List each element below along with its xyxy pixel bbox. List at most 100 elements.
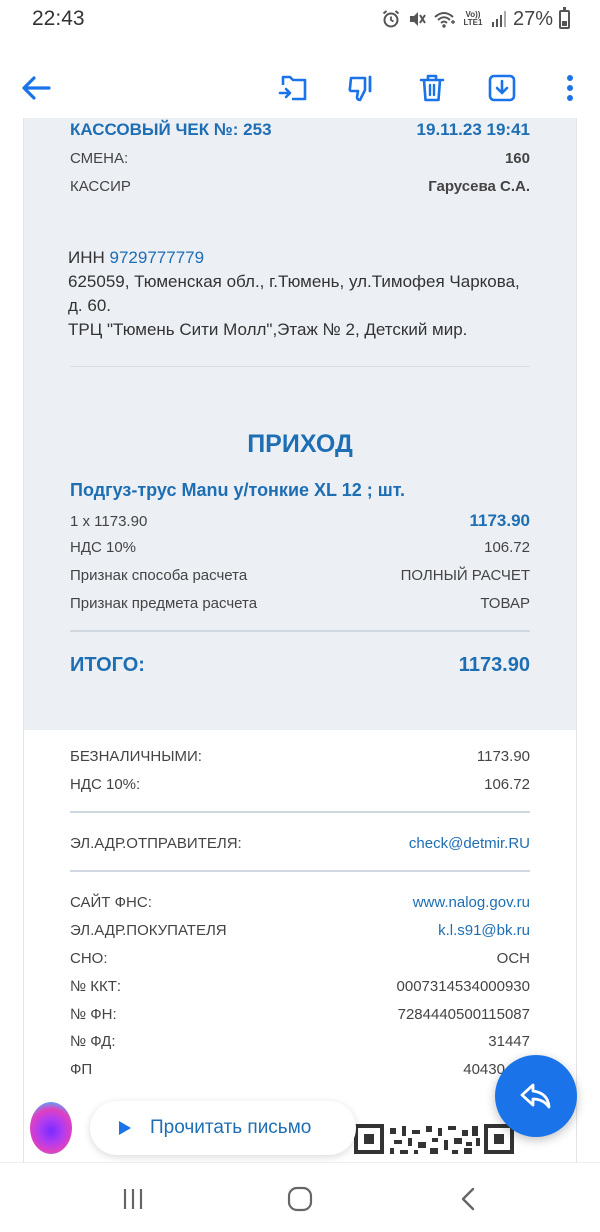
item-vat-row: НДС 10% 106.72	[70, 539, 530, 556]
sender-label: ЭЛ.АДР.ОТПРАВИТЕЛЯ:	[70, 835, 242, 852]
shift-value: 160	[504, 150, 530, 167]
download-button[interactable]	[484, 70, 520, 106]
sender-row: ЭЛ.АДР.ОТПРАВИТЕЛЯ: check@detmir.RU	[70, 835, 530, 852]
thumbs-down-icon	[348, 75, 372, 102]
fns-site-row: САЙТ ФНС: www.nalog.gov.ru	[70, 894, 530, 911]
more-options-button[interactable]	[552, 70, 588, 106]
alarm-icon	[382, 10, 400, 28]
fn-row: № ФН: 7284440500115087	[70, 1006, 530, 1023]
voice-assistant-button[interactable]	[30, 1102, 72, 1154]
mail-toolbar	[0, 60, 600, 116]
fp-row: ФП 40430405	[70, 1061, 530, 1078]
cashless-label: БЕЗНАЛИЧНЫМИ:	[70, 748, 202, 765]
buyer-email-row: ЭЛ.АДР.ПОКУПАТЕЛЯ k.l.s91@bk.ru	[70, 922, 530, 939]
subject-row: Признак предмета расчета ТОВАР	[70, 595, 530, 612]
subject-value: ТОВАР	[480, 595, 530, 612]
home-icon	[287, 1186, 313, 1212]
item-qty-price: 1 x 1173.90	[70, 513, 148, 530]
shift-row: СМЕНА: 160	[70, 150, 530, 167]
play-icon	[119, 1121, 131, 1135]
payment-vat-row: НДС 10%: 106.72	[70, 776, 530, 793]
item-name: Подгуз-трус Manu у/тонкие XL 12 ; шт.	[70, 480, 405, 500]
total-value: 1173.90	[458, 654, 530, 676]
seller-info: ИНН 9729777779 625059, Тюменская обл., г…	[68, 246, 536, 342]
total-row: ИТОГО: 1173.90	[70, 654, 530, 677]
recent-apps-icon	[123, 1189, 143, 1209]
fd-label: № ФД:	[70, 1033, 116, 1050]
divider	[70, 811, 530, 813]
mute-icon	[409, 12, 426, 26]
reply-icon	[520, 1083, 551, 1109]
payment-method-value: ПОЛНЫЙ РАСЧЕТ	[400, 567, 530, 584]
fd-value: 31447	[488, 1033, 530, 1050]
sno-row: СНО: ОСН	[70, 950, 530, 967]
inn-label: ИНН	[68, 248, 105, 267]
download-icon	[488, 74, 516, 102]
move-to-folder-button[interactable]	[275, 70, 311, 106]
item-vat-value: 106.72	[484, 539, 530, 556]
fns-site-link[interactable]: www.nalog.gov.ru	[413, 894, 530, 911]
total-label: ИТОГО:	[70, 654, 145, 676]
recent-apps-button[interactable]	[113, 1183, 153, 1215]
buyer-email-link[interactable]: k.l.s91@bk.ru	[438, 922, 530, 939]
wifi-icon	[434, 12, 455, 28]
subject-label: Признак предмета расчета	[70, 595, 258, 612]
status-bar: 22:43 Vo)) LTE1 27%	[0, 0, 600, 38]
payment-vat-value: 106.72	[484, 776, 530, 793]
kkt-label: № ККТ:	[70, 978, 122, 995]
reply-fab[interactable]	[495, 1055, 577, 1137]
divider	[70, 366, 530, 367]
item-vat-label: НДС 10%	[70, 539, 137, 556]
fn-value: 7284440500115087	[397, 1006, 530, 1023]
back-arrow-icon	[22, 76, 51, 100]
status-time: 22:43	[32, 7, 85, 30]
read-letter-label: Прочитать письмо	[150, 1117, 312, 1138]
cashier-value: Гарусева С.А.	[428, 178, 530, 195]
chevron-left-icon	[461, 1187, 475, 1211]
read-letter-button[interactable]: Прочитать письмо	[90, 1101, 356, 1155]
cashless-value: 1173.90	[476, 748, 530, 765]
payment-method-row: Признак способа расчета ПОЛНЫЙ РАСЧЕТ	[70, 567, 530, 584]
trash-icon	[419, 74, 445, 102]
qr-code	[354, 1124, 514, 1154]
receipt-main-section	[24, 118, 576, 730]
kkt-row: № ККТ: 0007314534000930	[70, 978, 530, 995]
operation-type: ПРИХОД	[247, 430, 353, 458]
item-qty-row: 1 x 1173.90 1173.90	[70, 511, 530, 531]
payment-method-label: Признак способа расчета	[70, 567, 248, 584]
delete-button[interactable]	[414, 70, 450, 106]
divider	[70, 870, 530, 872]
spam-button[interactable]	[344, 70, 380, 106]
receipt-datetime: 19.11.23 19:41	[416, 120, 530, 139]
fp-label: ФП	[70, 1061, 93, 1078]
cashier-row: КАССИР Гарусева С.А.	[70, 178, 530, 195]
system-back-button[interactable]	[448, 1183, 488, 1215]
more-vert-icon	[567, 75, 573, 101]
receipt: КАССОВЫЙ ЧЕК №: 253 19.11.23 19:41 СМЕНА…	[23, 118, 577, 1178]
sender-email-link[interactable]: check@detmir.RU	[409, 835, 530, 852]
sno-label: СНО:	[70, 950, 108, 967]
seller-store: ТРЦ "Тюмень Сити Молл",Этаж № 2, Детский…	[68, 320, 468, 339]
payment-vat-label: НДС 10%:	[70, 776, 141, 793]
fd-row: № ФД: 31447	[70, 1033, 530, 1050]
battery-percent: 27%	[512, 7, 553, 30]
move-to-folder-icon	[278, 75, 307, 101]
receipt-title: КАССОВЫЙ ЧЕК №: 253	[70, 120, 272, 139]
inn-line: ИНН 9729777779	[68, 246, 536, 270]
sno-value: ОСН	[496, 950, 530, 967]
fns-site-label: САЙТ ФНС:	[70, 894, 152, 911]
kkt-value: 0007314534000930	[396, 978, 530, 995]
back-button[interactable]	[18, 70, 54, 106]
fn-label: № ФН:	[70, 1006, 117, 1023]
signal-icon	[491, 11, 506, 27]
network-label: Vo)) LTE1	[463, 10, 483, 27]
home-button[interactable]	[280, 1183, 320, 1215]
battery-icon	[559, 6, 570, 29]
system-nav-bar	[0, 1162, 600, 1232]
shift-label: СМЕНА:	[70, 150, 129, 167]
inn-value[interactable]: 9729777779	[110, 248, 205, 267]
cashier-label: КАССИР	[70, 178, 131, 195]
status-icons: Vo)) LTE1 27%	[381, 6, 570, 30]
divider	[70, 630, 530, 632]
receipt-header-row: КАССОВЫЙ ЧЕК №: 253 19.11.23 19:41	[70, 120, 530, 140]
